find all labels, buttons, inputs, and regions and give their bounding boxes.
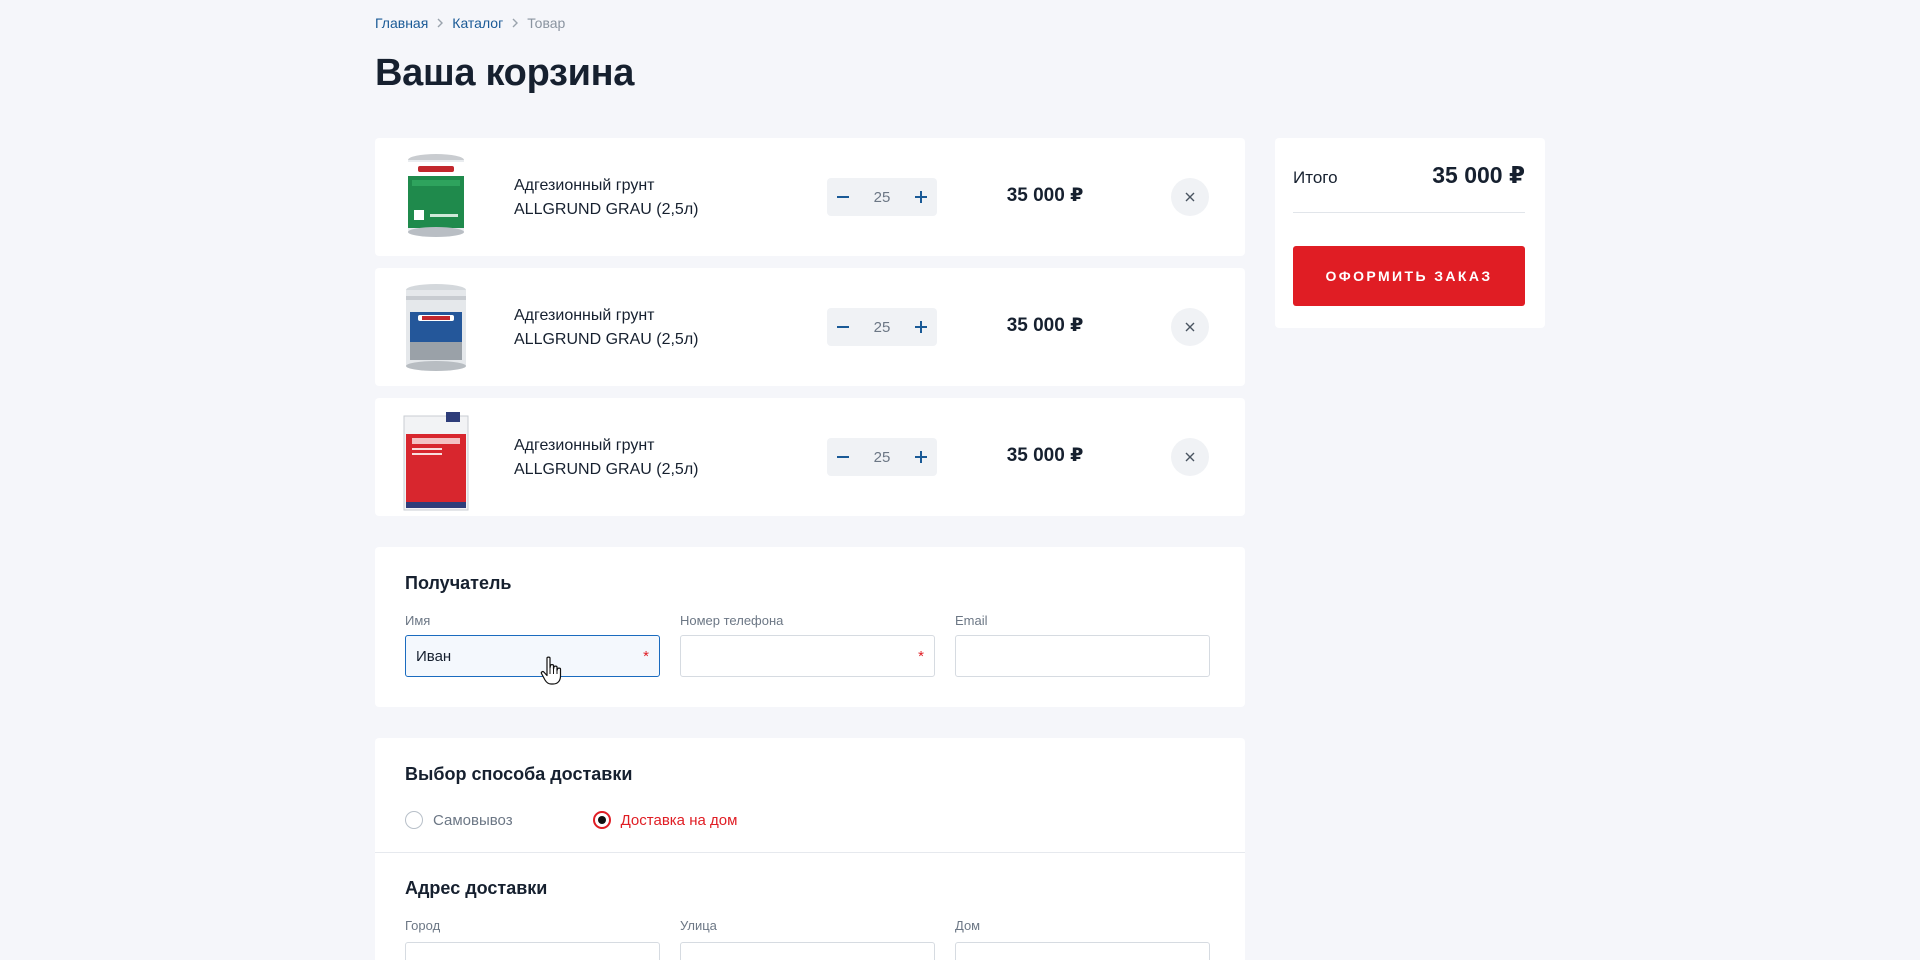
- radio-label: Доставка на дом: [620, 811, 738, 829]
- street-label: Улица: [680, 918, 717, 933]
- city-field[interactable]: [405, 942, 660, 960]
- recipient-section: Получатель Имя Иван * Номер телефона * E…: [375, 547, 1245, 707]
- breadcrumb: Главная Каталог Товар: [375, 15, 565, 31]
- email-label: Email: [955, 613, 988, 628]
- section-title: Адрес доставки: [405, 878, 548, 898]
- close-icon[interactable]: [1171, 178, 1209, 216]
- quantity-value[interactable]: 25: [859, 319, 905, 336]
- item-price: 35 000 ₽: [1006, 185, 1084, 206]
- breadcrumb-home-link[interactable]: Главная: [375, 15, 428, 31]
- total-label: Итого: [1293, 168, 1338, 187]
- delivery-section: Выбор способа доставки Самовывоз Доставк…: [375, 738, 1245, 960]
- product-name[interactable]: Адгезионный грунт ALLGRUND GRAU (2,5л): [514, 434, 744, 482]
- radio-checked-icon[interactable]: [592, 811, 611, 829]
- name-field[interactable]: Иван *: [405, 635, 660, 677]
- radio-pickup[interactable]: Самовывоз: [405, 811, 513, 829]
- quantity-value[interactable]: 25: [859, 189, 905, 206]
- page-title: Ваша корзина: [375, 52, 635, 94]
- minus-icon[interactable]: [827, 308, 859, 346]
- cart-item: Адгезионный грунт ALLGRUND GRAU (2,5л) 2…: [375, 398, 1245, 516]
- chevron-right-icon: [428, 18, 452, 28]
- cart-item: Адгезионный грунт ALLGRUND GRAU (2,5л) 2…: [375, 268, 1245, 386]
- name-label: Имя: [405, 613, 431, 628]
- city-label: Город: [405, 918, 441, 933]
- street-field[interactable]: [680, 942, 935, 960]
- name-value: Иван: [416, 647, 452, 665]
- breadcrumb-current: Товар: [527, 15, 566, 31]
- radio-label: Самовывоз: [433, 811, 513, 829]
- required-mark: *: [643, 648, 649, 665]
- breadcrumb-catalog-link[interactable]: Каталог: [452, 15, 503, 31]
- phone-label: Номер телефона: [680, 613, 784, 628]
- item-price: 35 000 ₽: [1006, 315, 1084, 336]
- product-name-line2: ALLGRUND GRAU (2,5л): [514, 201, 699, 218]
- section-title: Выбор способа доставки: [405, 764, 633, 784]
- product-name[interactable]: Адгезионный грунт ALLGRUND GRAU (2,5л): [514, 304, 744, 352]
- required-mark: *: [918, 648, 924, 665]
- quantity-stepper: 25: [827, 308, 937, 346]
- delivery-options: Самовывоз Доставка на дом: [405, 811, 737, 829]
- house-field[interactable]: [955, 942, 1210, 960]
- close-icon[interactable]: [1171, 308, 1209, 346]
- close-icon[interactable]: [1171, 438, 1209, 476]
- product-name[interactable]: Адгезионный грунт ALLGRUND GRAU (2,5л): [514, 174, 744, 222]
- product-image-red-canister[interactable]: [401, 412, 471, 511]
- product-image-green-paint-can[interactable]: [401, 152, 471, 242]
- product-name-line1: Адгезионный грунт: [514, 177, 655, 194]
- product-name-line1: Адгезионный грунт: [514, 307, 655, 324]
- product-name-line2: ALLGRUND GRAU (2,5л): [514, 331, 699, 348]
- product-image-silver-paint-bucket[interactable]: [401, 282, 471, 372]
- divider: [1293, 212, 1525, 213]
- order-summary: Итого 35 000 ₽ ОФОРМИТЬ ЗАКАЗ: [1275, 138, 1545, 328]
- section-title: Получатель: [405, 573, 512, 593]
- checkout-button[interactable]: ОФОРМИТЬ ЗАКАЗ: [1293, 246, 1525, 306]
- divider: [375, 852, 1245, 853]
- radio-circle-icon[interactable]: [405, 811, 423, 829]
- chevron-right-icon: [503, 18, 527, 28]
- minus-icon[interactable]: [827, 438, 859, 476]
- total-value: 35 000 ₽: [1432, 162, 1525, 188]
- plus-icon[interactable]: [905, 178, 937, 216]
- cart-page: Главная Каталог Товар Ваша корзина Адгез…: [0, 0, 1920, 960]
- quantity-value[interactable]: 25: [859, 449, 905, 466]
- plus-icon[interactable]: [905, 308, 937, 346]
- item-price: 35 000 ₽: [1006, 445, 1084, 466]
- phone-field[interactable]: *: [680, 635, 935, 677]
- plus-icon[interactable]: [905, 438, 937, 476]
- product-name-line2: ALLGRUND GRAU (2,5л): [514, 461, 699, 478]
- cart-item: Адгезионный грунт ALLGRUND GRAU (2,5л) 2…: [375, 138, 1245, 256]
- minus-icon[interactable]: [827, 178, 859, 216]
- quantity-stepper: 25: [827, 438, 937, 476]
- quantity-stepper: 25: [827, 178, 937, 216]
- radio-home-delivery[interactable]: Доставка на дом: [592, 811, 738, 829]
- house-label: Дом: [955, 918, 981, 933]
- product-name-line1: Адгезионный грунт: [514, 437, 655, 454]
- email-field[interactable]: [955, 635, 1210, 677]
- hand-cursor-icon: [540, 656, 562, 686]
